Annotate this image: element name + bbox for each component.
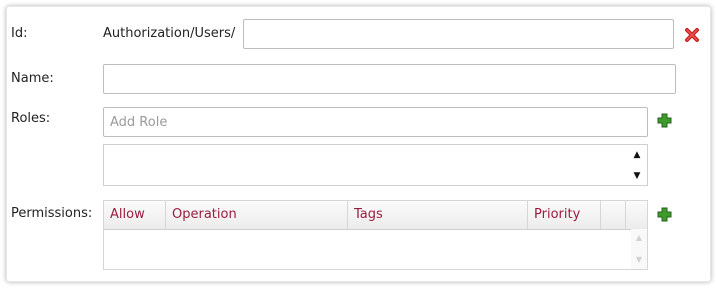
roles-label: Roles:: [11, 111, 51, 126]
permissions-grid-header: Allow Operation Tags Priority: [104, 201, 647, 230]
scroll-up-icon[interactable]: ▲: [632, 150, 642, 160]
column-blank: [601, 201, 626, 229]
id-prefix: Authorization/Users/: [103, 26, 236, 41]
column-allow[interactable]: Allow: [104, 201, 166, 229]
add-permission-plus-icon[interactable]: [657, 207, 672, 222]
scroll-down-icon[interactable]: ▼: [632, 171, 642, 181]
id-label: Id:: [11, 26, 28, 41]
roles-list[interactable]: ▲ ▼: [103, 144, 648, 186]
name-input[interactable]: [103, 64, 676, 94]
column-priority[interactable]: Priority: [528, 201, 601, 229]
id-input[interactable]: [243, 19, 674, 49]
add-role-plus-icon[interactable]: [657, 113, 672, 128]
permissions-grid: Allow Operation Tags Priority ▲ ▼: [103, 200, 648, 270]
add-role-input[interactable]: [103, 107, 648, 137]
column-operation[interactable]: Operation: [166, 201, 348, 229]
grid-scroll-down-icon[interactable]: ▼: [631, 255, 647, 265]
grid-scroll-up-icon[interactable]: ▲: [631, 233, 647, 243]
name-label: Name:: [11, 71, 54, 86]
column-tags[interactable]: Tags: [348, 201, 528, 229]
grid-scrollbar[interactable]: ▲ ▼: [631, 229, 647, 269]
permissions-label: Permissions:: [11, 206, 93, 221]
delete-close-icon[interactable]: [684, 27, 700, 43]
